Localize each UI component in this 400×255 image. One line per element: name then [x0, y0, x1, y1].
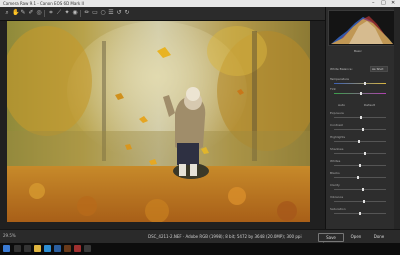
slider-exposure[interactable] [334, 116, 386, 119]
open-button[interactable]: Open [349, 233, 363, 240]
slider-knob-saturation[interactable] [359, 212, 361, 215]
os-taskbar [0, 243, 400, 255]
slider-knob-exposure[interactable] [360, 116, 362, 119]
adjustment-brush-icon[interactable]: ✏ [84, 10, 90, 16]
white-balance-icon[interactable]: ✎ [20, 10, 26, 16]
white-balance-value: As Shot [372, 67, 384, 71]
tint-slider[interactable] [334, 92, 386, 95]
slider-knob-contrast[interactable] [362, 128, 364, 131]
autumn-photo-graphic [7, 21, 310, 222]
bridge-icon[interactable] [64, 245, 71, 252]
slider-knob-blacks[interactable] [357, 176, 359, 179]
temperature-label: Temperature [330, 77, 350, 81]
histogram-graphic [331, 16, 393, 44]
rotate-cw-icon[interactable]: ↻ [124, 10, 130, 16]
preview-photo[interactable] [7, 21, 310, 222]
slider-label-vibrance: Vibrance [330, 195, 344, 199]
default-link[interactable]: Default [364, 103, 375, 107]
tool-bar: ⌕ ✋ ✎ ✐ ◎ ⌗ ⟋ ✦ ◉ ✏ ▭ ○ ☰ ↺ ↻ [0, 7, 325, 21]
slider-whites[interactable] [334, 164, 386, 167]
zoom-level[interactable]: 29.5% [3, 233, 16, 238]
slider-label-whites: Whites [330, 159, 341, 163]
histogram [328, 10, 396, 46]
radial-filter-icon[interactable]: ○ [100, 10, 106, 16]
slider-label-saturation: Saturation [330, 207, 346, 211]
slider-vibrance[interactable] [334, 200, 386, 203]
adjustments-panel: Basic White Balance: As Shot Temperature… [325, 7, 400, 229]
done-button[interactable]: Done [372, 233, 386, 240]
minimize-button[interactable]: – [372, 0, 375, 7]
taskview-icon[interactable] [24, 245, 31, 252]
tint-knob[interactable] [360, 92, 362, 95]
temperature-knob[interactable] [364, 82, 366, 85]
slider-knob-vibrance[interactable] [363, 200, 365, 203]
search-icon[interactable] [14, 245, 21, 252]
image-canvas[interactable] [0, 21, 325, 229]
slider-label-blacks: Blacks [330, 171, 340, 175]
close-button[interactable]: ✕ [391, 0, 395, 7]
status-bar: 29.5% DSC_4211-2.NEF · Adobe RGB (1998);… [0, 229, 400, 247]
color-sampler-icon[interactable]: ✐ [28, 10, 34, 16]
save-image-button[interactable]: Save Image... [318, 233, 344, 247]
slider-label-shadows: Shadows [330, 147, 344, 151]
hand-icon[interactable]: ✋ [12, 10, 19, 16]
slider-clarity[interactable] [334, 188, 386, 191]
app-icon[interactable] [84, 245, 91, 252]
workflow-options-link[interactable]: DSC_4211-2.NEF · Adobe RGB (1998); 8 bit… [148, 234, 302, 239]
slider-knob-whites[interactable] [359, 164, 361, 167]
rotate-ccw-icon[interactable]: ↺ [116, 10, 122, 16]
red-eye-icon[interactable]: ◉ [72, 10, 78, 16]
slider-highlights[interactable] [334, 140, 386, 143]
panel-tab-label[interactable]: Basic [354, 49, 362, 53]
explorer-icon[interactable] [34, 245, 41, 252]
white-balance-select[interactable]: As Shot [370, 66, 388, 72]
graduated-filter-icon[interactable]: ▭ [92, 10, 98, 16]
tint-label: Tint [330, 87, 336, 91]
panel-scrollbar[interactable] [394, 7, 400, 243]
slider-contrast[interactable] [334, 128, 386, 131]
zoom-icon[interactable]: ⌕ [4, 10, 10, 16]
straighten-icon[interactable]: ⟋ [56, 10, 62, 16]
slider-label-clarity: Clarity [330, 183, 340, 187]
maximize-button[interactable]: □ [381, 0, 386, 7]
target-adjust-icon[interactable]: ◎ [36, 10, 42, 16]
browser-icon[interactable] [44, 245, 51, 252]
white-balance-label: White Balance: [330, 67, 353, 71]
slider-blacks[interactable] [334, 176, 386, 179]
slider-saturation[interactable] [334, 212, 386, 215]
slider-knob-shadows[interactable] [364, 152, 366, 155]
preferences-icon[interactable]: ☰ [108, 10, 114, 16]
slider-label-contrast: Contrast [330, 123, 343, 127]
toolbar-divider [80, 10, 81, 17]
slider-knob-highlights[interactable] [358, 140, 360, 143]
spot-removal-icon[interactable]: ✦ [64, 10, 70, 16]
slider-shadows[interactable] [334, 152, 386, 155]
slider-label-exposure: Exposure [330, 111, 344, 115]
media-icon[interactable] [74, 245, 81, 252]
crop-icon[interactable]: ⌗ [48, 10, 54, 16]
toolbar-divider [44, 10, 45, 17]
window-titlebar: Camera Raw 9.1 - Canon EOS 6D Mark II – … [0, 0, 400, 7]
photoshop-icon[interactable] [54, 245, 61, 252]
auto-link[interactable]: Auto [338, 103, 345, 107]
slider-knob-clarity[interactable] [362, 188, 364, 191]
slider-label-highlights: Highlights [330, 135, 346, 139]
start-icon[interactable] [3, 245, 10, 252]
temperature-slider[interactable] [334, 82, 386, 85]
window-title: Camera Raw 9.1 - Canon EOS 6D Mark II [3, 1, 84, 6]
